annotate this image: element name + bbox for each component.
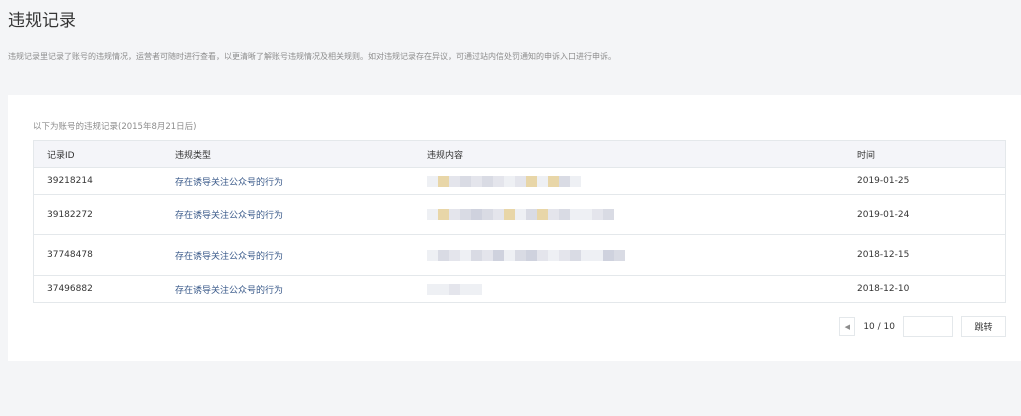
record-time: 2018-12-15 <box>857 250 910 260</box>
violation-content-redacted <box>427 235 647 275</box>
page-description: 违规记录里记录了账号的违规情况，运营者可随时进行查看，以更清晰了解账号违规情况及… <box>8 52 616 61</box>
table-row: 37748478 存在诱导关注公众号的行为 2018-12-15 <box>34 234 1005 275</box>
table-row: 37496882 存在诱导关注公众号的行为 2018-12-10 <box>34 275 1005 302</box>
violation-content-redacted <box>427 276 647 302</box>
table-row: 39218214 存在诱导关注公众号的行为 2019-01-25 <box>34 167 1005 194</box>
violation-content-redacted <box>427 195 647 234</box>
table-caption: 以下为账号的违规记录(2015年8月21日后) <box>33 122 197 132</box>
record-time: 2019-01-25 <box>857 176 910 186</box>
header-record-id: 记录ID <box>47 150 75 161</box>
violation-type-link[interactable]: 存在诱导关注公众号的行为 <box>175 276 283 302</box>
violation-type-link[interactable]: 存在诱导关注公众号的行为 <box>175 168 283 194</box>
header-violation-content: 违规内容 <box>427 150 464 161</box>
prev-page-button[interactable]: ◀ <box>839 317 856 336</box>
violation-type-link[interactable]: 存在诱导关注公众号的行为 <box>175 195 283 234</box>
violation-content-redacted <box>427 168 647 194</box>
page-jump-input[interactable] <box>903 316 953 337</box>
record-id: 37496882 <box>47 284 93 294</box>
record-id: 37748478 <box>47 250 93 260</box>
violation-type-link[interactable]: 存在诱导关注公众号的行为 <box>175 235 283 275</box>
record-id: 39218214 <box>47 176 93 186</box>
record-time: 2018-12-10 <box>857 284 910 294</box>
record-time: 2019-01-24 <box>857 209 910 220</box>
page-title: 违规记录 <box>8 11 76 31</box>
header-time: 时间 <box>857 150 876 161</box>
violation-table: 记录ID 违规类型 违规内容 时间 39218214 存在诱导关注公众号的行为 … <box>33 140 1006 303</box>
caret-left-icon: ◀ <box>844 322 851 331</box>
header-violation-type: 违规类型 <box>175 150 212 161</box>
page-info: 10 / 10 <box>863 321 895 332</box>
table-row: 39182272 存在诱导关注公众号的行为 2019-01-24 <box>34 194 1005 234</box>
record-id: 39182272 <box>47 209 93 220</box>
jump-button[interactable]: 跳转 <box>961 316 1006 337</box>
records-panel: 以下为账号的违规记录(2015年8月21日后) 记录ID 违规类型 违规内容 时… <box>8 95 1021 361</box>
pagination: ◀ 10 / 10 跳转 <box>839 316 1006 337</box>
table-header-row: 记录ID 违规类型 违规内容 时间 <box>34 141 1005 167</box>
